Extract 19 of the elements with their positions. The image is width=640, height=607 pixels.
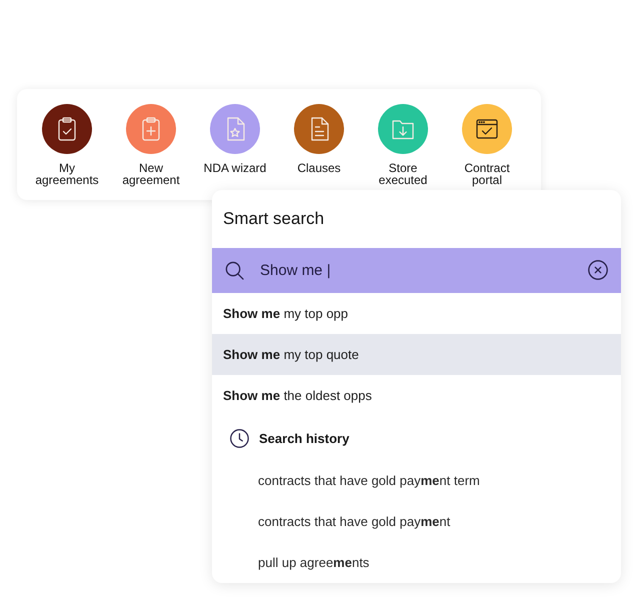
shortcut-button[interactable]: New agreement bbox=[109, 104, 193, 186]
shortcut-button[interactable]: Store executed bbox=[361, 104, 445, 186]
shortcut-button[interactable]: Clauses bbox=[277, 104, 361, 174]
history-item[interactable]: contracts that have gold payment term bbox=[212, 460, 621, 501]
search-field[interactable]: Show me | bbox=[212, 248, 621, 293]
history-heading: Search history bbox=[259, 430, 350, 446]
suggestion-item[interactable]: Show me my top opp bbox=[212, 293, 621, 334]
shortcut-button[interactable]: NDA wizard bbox=[193, 104, 277, 174]
suggestion-item[interactable]: Show me the oldest opps bbox=[212, 375, 621, 416]
shortcut-button[interactable]: My agreements bbox=[25, 104, 109, 186]
suggestion-item[interactable]: Show me my top quote bbox=[212, 334, 621, 375]
clock-icon bbox=[230, 428, 249, 448]
clear-button[interactable] bbox=[588, 260, 608, 280]
search-icon bbox=[225, 261, 244, 280]
panel-title: Smart search bbox=[222, 208, 326, 230]
history-item[interactable]: contracts that have gold payment bbox=[212, 501, 621, 542]
history-item[interactable]: pull up agreements bbox=[212, 542, 621, 583]
close-icon bbox=[588, 260, 608, 280]
shortcut-button[interactable]: Contract portal bbox=[445, 104, 529, 186]
